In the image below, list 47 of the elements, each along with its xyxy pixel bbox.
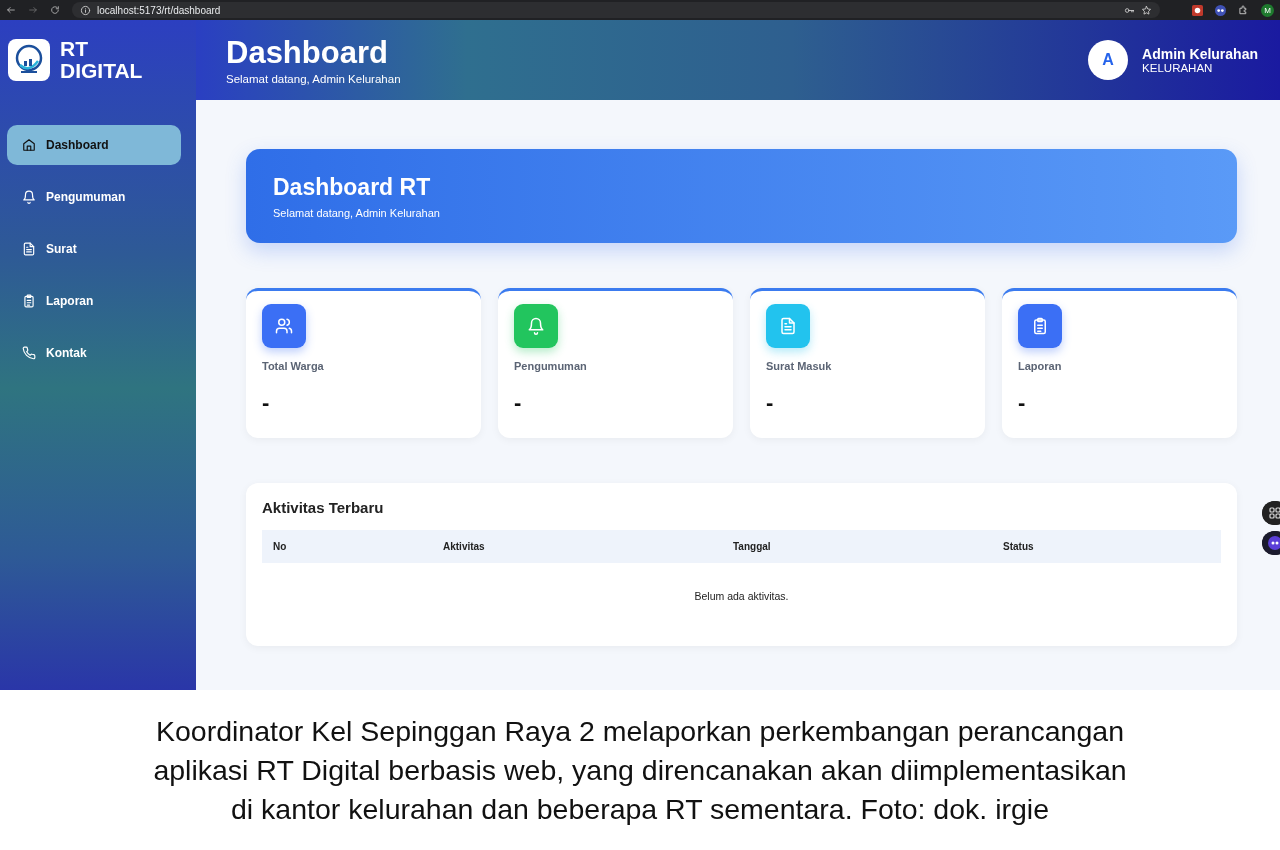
address-bar[interactable]: localhost:5173/rt/dashboard [72,2,1160,18]
phone-icon [22,346,36,360]
bell-icon [527,317,545,335]
empty-message: Belum ada aktivitas. [693,590,790,602]
bell-icon [22,190,36,204]
banner-subtitle: Selamat datang, Admin Kelurahan [273,206,441,219]
home-icon [22,138,36,152]
photo-caption: Koordinator Kel Sepinggan Raya 2 melaporkan perkembangan perancangan aplikasi RT Digital berbasis web, yang direncanakan akan diimplementasikan di kantor kelurahan dan beberapa RT sementara. Foto: dok. irgie [153,714,1127,827]
page-title: Dashboard [226,35,389,71]
stat-label: Laporan [1018,360,1062,372]
clipboard-icon [22,294,36,308]
stat-value: - [262,390,270,416]
reload-icon[interactable] [50,5,60,15]
brand-name: DIGITAL [60,60,143,82]
sidebar-item[interactable]: Laporan [7,281,181,321]
column-header: Tanggal [733,541,772,552]
welcome-text: Selamat datang, Admin Kelurahan [226,73,402,85]
puzzle-icon[interactable] [1238,4,1249,16]
document-icon [22,242,36,256]
column-header: Status [1003,541,1035,552]
user-role: KELURAHAN [1142,62,1214,74]
sidebar-item[interactable]: Dashboard [7,125,181,165]
people-icon [275,317,293,335]
column-header: No [273,541,288,552]
stat-value: - [514,390,522,416]
extension-icon[interactable] [1192,4,1203,16]
info-icon[interactable] [80,4,91,16]
clipboard-icon [1031,317,1049,335]
stat-label: Total Warga [262,360,324,372]
sidebar-item[interactable]: Pengumuman [7,177,181,217]
document-icon [779,317,797,335]
stat-label: Pengumuman [514,360,587,372]
column-header: Aktivitas [443,541,486,552]
star-icon[interactable] [1141,4,1152,16]
stat-value: - [766,390,774,416]
banner-title: Dashboard RT [273,173,432,201]
sidebar-item[interactable]: Surat [7,229,181,269]
sidebar-item[interactable]: Kontak [7,333,181,373]
section-title: Aktivitas Terbaru [262,499,385,516]
brand-name: RT [60,38,89,60]
extension-icon[interactable] [1215,4,1226,16]
stat-label: Surat Masuk [766,360,832,372]
back-icon[interactable] [6,5,16,15]
profile-avatar[interactable]: M [1261,3,1274,17]
stat-value: - [1018,390,1026,416]
user-avatar[interactable]: A [1088,40,1129,80]
user-name: Admin Kelurahan [1142,46,1258,62]
